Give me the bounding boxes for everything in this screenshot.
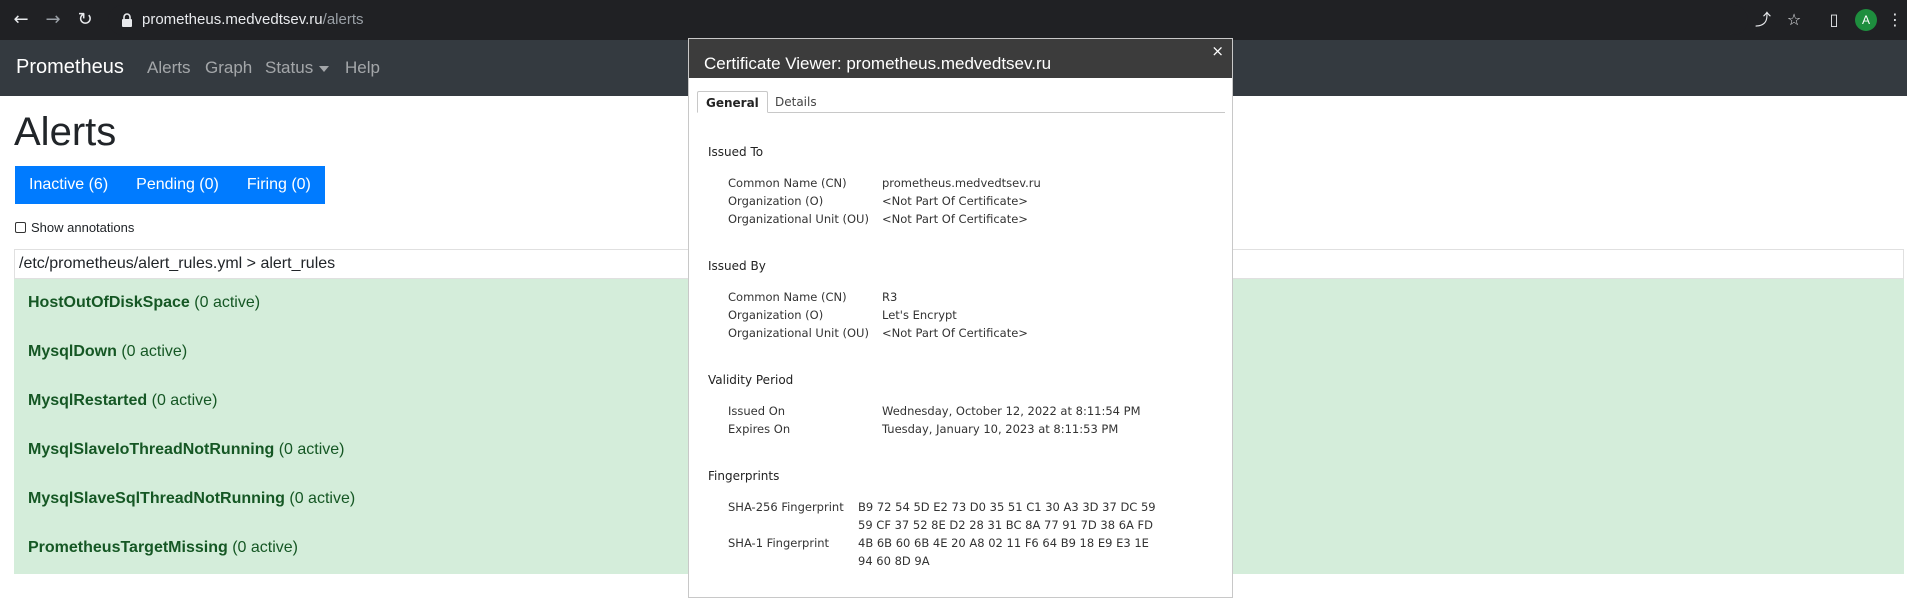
rule-item[interactable]: MysqlSlaveIoThreadNotRunning (0 active) — [28, 441, 345, 459]
side-panel-icon[interactable]: ▯ — [1822, 8, 1846, 32]
filter-firing-button[interactable]: Firing (0) — [233, 166, 325, 204]
nav-graph[interactable]: Graph — [205, 58, 252, 78]
rule-item[interactable]: MysqlSlaveSqlThreadNotRunning (0 active) — [28, 490, 355, 508]
rule-item[interactable]: MysqlRestarted (0 active) — [28, 392, 217, 410]
issued-to-o-label: Organization (O) — [728, 194, 824, 208]
issued-to-cn-value: prometheus.medvedtsev.ru — [882, 176, 1041, 190]
profile-avatar[interactable]: A — [1855, 9, 1877, 31]
page-title: Alerts — [14, 110, 117, 154]
dialog-header: Certificate Viewer: prometheus.medvedtse… — [689, 39, 1232, 78]
issued-on-label: Issued On — [728, 404, 786, 418]
issued-by-o-value: Let's Encrypt — [882, 308, 957, 322]
issued-to-ou-value: <Not Part Of Certificate> — [882, 212, 1028, 226]
certificate-viewer-dialog: Certificate Viewer: prometheus.medvedtse… — [688, 38, 1233, 598]
issued-to-o-value: <Not Part Of Certificate> — [882, 194, 1028, 208]
rule-item[interactable]: PrometheusTargetMissing (0 active) — [28, 539, 298, 557]
issued-to-heading: Issued To — [708, 145, 764, 159]
show-annotations-label: Show annotations — [31, 220, 135, 235]
filter-pending-button[interactable]: Pending (0) — [122, 166, 233, 204]
bookmark-star-icon[interactable]: ☆ — [1782, 8, 1806, 32]
issued-by-o-label: Organization (O) — [728, 308, 824, 322]
lock-icon[interactable] — [120, 12, 134, 28]
expires-on-value: Tuesday, January 10, 2023 at 8:11:53 PM — [882, 422, 1119, 436]
rule-item[interactable]: MysqlDown (0 active) — [28, 343, 187, 361]
share-icon[interactable]: ⤴ — [1751, 8, 1775, 32]
sha1-value-line1: 4B 6B 60 6B 4E 20 A8 02 11 F6 64 B9 18 E… — [858, 536, 1149, 550]
issued-to-cn-label: Common Name (CN) — [728, 176, 847, 190]
tab-general[interactable]: General — [697, 91, 768, 113]
alert-state-filter: Inactive (6) Pending (0) Firing (0) — [15, 166, 325, 204]
caret-down-icon — [319, 65, 330, 72]
expires-on-label: Expires On — [728, 422, 791, 436]
fingerprints-heading: Fingerprints — [708, 469, 780, 483]
sha256-value-line1: B9 72 54 5D E2 73 D0 35 51 C1 30 A3 3D 3… — [858, 500, 1156, 514]
brand-logo[interactable]: Prometheus — [16, 56, 124, 79]
close-icon[interactable]: × — [1211, 42, 1224, 60]
nav-help[interactable]: Help — [345, 58, 380, 78]
issued-to-ou-label: Organizational Unit (OU) — [728, 212, 869, 226]
show-annotations-checkbox[interactable] — [15, 222, 26, 233]
dialog-tabs: General Details — [697, 91, 1225, 113]
issued-by-cn-label: Common Name (CN) — [728, 290, 847, 304]
issued-by-cn-value: R3 — [882, 290, 898, 304]
sha1-label: SHA-1 Fingerprint — [728, 536, 830, 550]
nav-status[interactable]: Status — [265, 58, 330, 78]
more-menu-icon[interactable]: ⋮ — [1887, 8, 1903, 32]
sha256-label: SHA-256 Fingerprint — [728, 500, 844, 514]
issued-by-heading: Issued By — [708, 259, 766, 273]
back-arrow-icon[interactable]: ← — [9, 8, 33, 32]
nav-alerts[interactable]: Alerts — [147, 58, 190, 78]
rule-item[interactable]: HostOutOfDiskSpace (0 active) — [28, 294, 260, 312]
issued-on-value: Wednesday, October 12, 2022 at 8:11:54 P… — [882, 404, 1141, 418]
sha1-value-line2: 94 60 8D 9A — [858, 554, 930, 568]
browser-toolbar: ← → ↻ prometheus.medvedtsev.ru/alerts ⤴ … — [0, 0, 1907, 40]
issued-by-ou-label: Organizational Unit (OU) — [728, 326, 869, 340]
filter-inactive-button[interactable]: Inactive (6) — [15, 166, 122, 204]
forward-arrow-icon[interactable]: → — [41, 8, 65, 32]
validity-heading: Validity Period — [708, 373, 794, 387]
show-annotations-toggle[interactable]: Show annotations — [15, 220, 134, 235]
tab-details[interactable]: Details — [767, 91, 825, 113]
reload-icon[interactable]: ↻ — [73, 8, 97, 32]
sha256-value-line2: 59 CF 37 52 8E D2 28 31 BC 8A 77 91 7D 3… — [858, 518, 1154, 532]
issued-by-ou-value: <Not Part Of Certificate> — [882, 326, 1028, 340]
dialog-title: Certificate Viewer: prometheus.medvedtse… — [704, 54, 1052, 73]
url-text[interactable]: prometheus.medvedtsev.ru/alerts — [142, 11, 364, 28]
